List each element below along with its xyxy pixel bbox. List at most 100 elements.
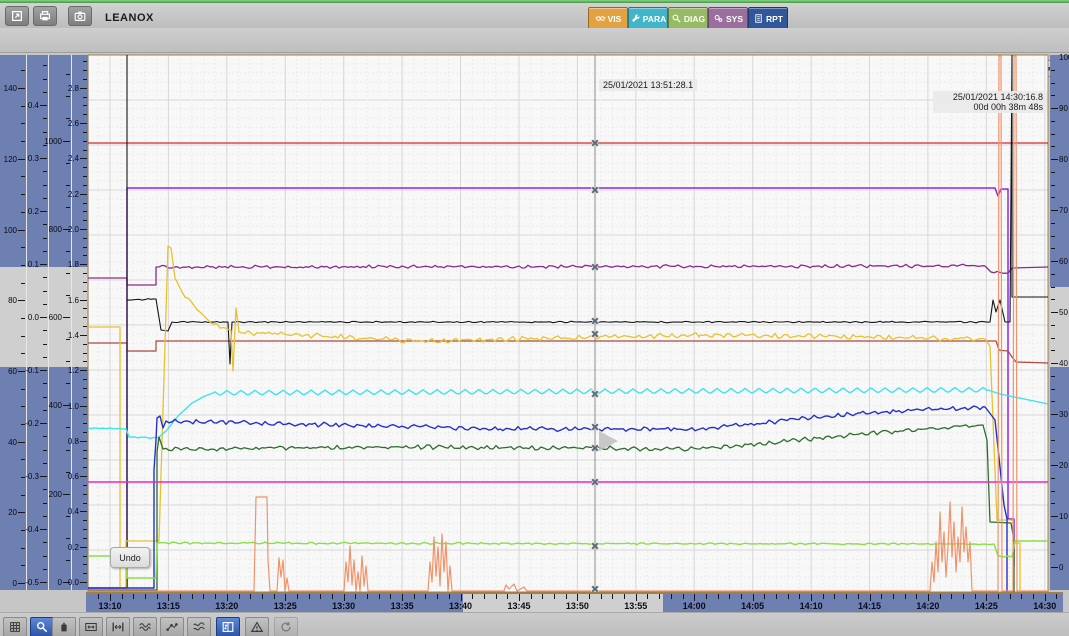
time-tick [566,594,567,599]
time-tick [250,594,251,599]
time-tick [367,594,368,599]
time-label: 13:40 [449,601,472,611]
trend-chart-canvas[interactable] [0,0,1069,636]
fit-time-range-button[interactable] [106,617,130,636]
time-tick [1010,594,1011,599]
trace-black-line [127,55,1048,588]
time-label: 13:50 [566,601,589,611]
time-tick [975,594,976,599]
time-tick [1056,594,1057,599]
time-tick [788,594,789,599]
grid-icon [8,620,22,634]
time-tick [145,594,146,599]
time-tick [531,594,532,599]
time-label: 13:45 [507,601,530,611]
curves-icon [192,620,206,634]
warning-icon [250,620,264,634]
time-label: 13:30 [332,601,355,611]
time-label: 13:55 [624,601,647,611]
time-tick [940,594,941,599]
time-axis[interactable]: 13:10 13:15 13:20 13:25 13:30 13:35 13:40 13:45… [86,592,1063,614]
time-tick [414,594,415,599]
refresh-button[interactable] [274,617,298,636]
curves-overlay-button[interactable] [133,617,157,636]
time-tick [542,594,543,599]
time-label: 14:25 [975,601,998,611]
time-label: 14:15 [858,601,881,611]
hand-icon [57,620,71,634]
time-tick [1021,594,1022,599]
time-tick [998,594,999,599]
time-tick [449,594,450,599]
time-tick [203,594,204,599]
time-label: 13:10 [98,601,121,611]
zoom-tool-button[interactable] [30,617,54,636]
time-label: 13:35 [391,601,414,611]
time-label: 13:15 [157,601,180,611]
time-tick [951,594,952,599]
pan-tool-button[interactable] [52,617,76,636]
time-tick [332,594,333,599]
time-tick [98,594,99,599]
time-tick [741,594,742,599]
time-label: 14:05 [741,601,764,611]
time-tick [122,594,123,599]
time-label: 13:20 [215,601,238,611]
time-tick [320,594,321,599]
time-tick [309,594,310,599]
time-tick [239,594,240,599]
end-time-tooltip-duration: 00d 00h 38m 48s [937,102,1043,112]
grid-toggle-button[interactable] [3,617,27,636]
cursor-time-tooltip: 25/01/2021 13:51:28.1 [599,79,697,91]
time-tick [612,594,613,599]
time-tick [729,594,730,599]
time-tick [297,594,298,599]
time-tick [916,594,917,599]
time-tick [274,594,275,599]
time-tick [963,594,964,599]
alarms-button[interactable] [245,617,269,636]
time-tick [683,594,684,599]
time-tick [834,594,835,599]
time-label: 14:00 [683,601,706,611]
time-tick [706,594,707,599]
time-tick [554,594,555,599]
time-tick [1033,594,1034,599]
time-tick [472,594,473,599]
time-tick [881,594,882,599]
cursor-values-button[interactable] [216,617,240,636]
trace-dark-magenta-line [88,264,1048,285]
time-tick [215,594,216,599]
end-time-tooltip-date: 25/01/2021 14:30:16.8 [937,92,1043,102]
time-tick [379,594,380,599]
time-tick [507,594,508,599]
time-tick [659,594,660,599]
bottom-toolbar [0,612,1069,636]
expand-box-icon [84,620,98,634]
time-tick [496,594,497,599]
time-tick [262,594,263,599]
time-tick [484,594,485,599]
zoom-extents-button[interactable] [79,617,103,636]
time-label: 14:20 [916,601,939,611]
time-tick [846,594,847,599]
time-tick [133,594,134,599]
time-tick [157,594,158,599]
time-tick [799,594,800,599]
time-tick [671,594,672,599]
fit-width-icon [111,620,125,634]
time-label: 14:30 [1033,601,1056,611]
undo-button[interactable]: Undo [110,547,150,568]
time-label: 13:25 [274,601,297,611]
time-tick [776,594,777,599]
time-tick [180,594,181,599]
time-tick [764,594,765,599]
time-tick [823,594,824,599]
time-tick [390,594,391,599]
time-tick [718,594,719,599]
end-time-tooltip: 25/01/2021 14:30:16.8 00d 00h 38m 48s [933,91,1047,113]
data-points-button[interactable] [160,617,184,636]
time-tick [601,594,602,599]
compare-curves-button[interactable] [187,617,211,636]
waves-icon [138,620,152,634]
